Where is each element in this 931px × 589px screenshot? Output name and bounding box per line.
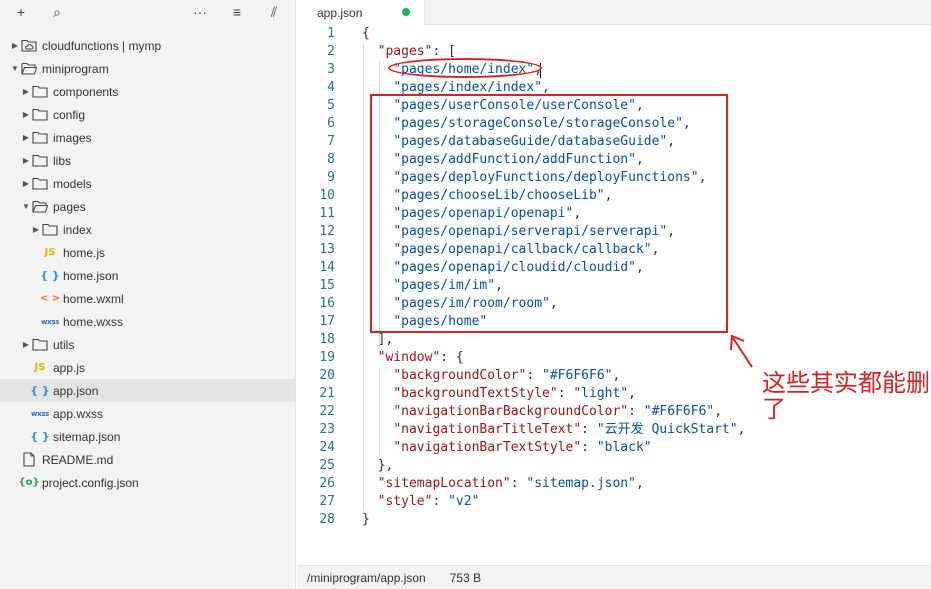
annotation-arrow	[730, 334, 753, 368]
annotation-note: 这些其实都能删了	[762, 369, 930, 423]
